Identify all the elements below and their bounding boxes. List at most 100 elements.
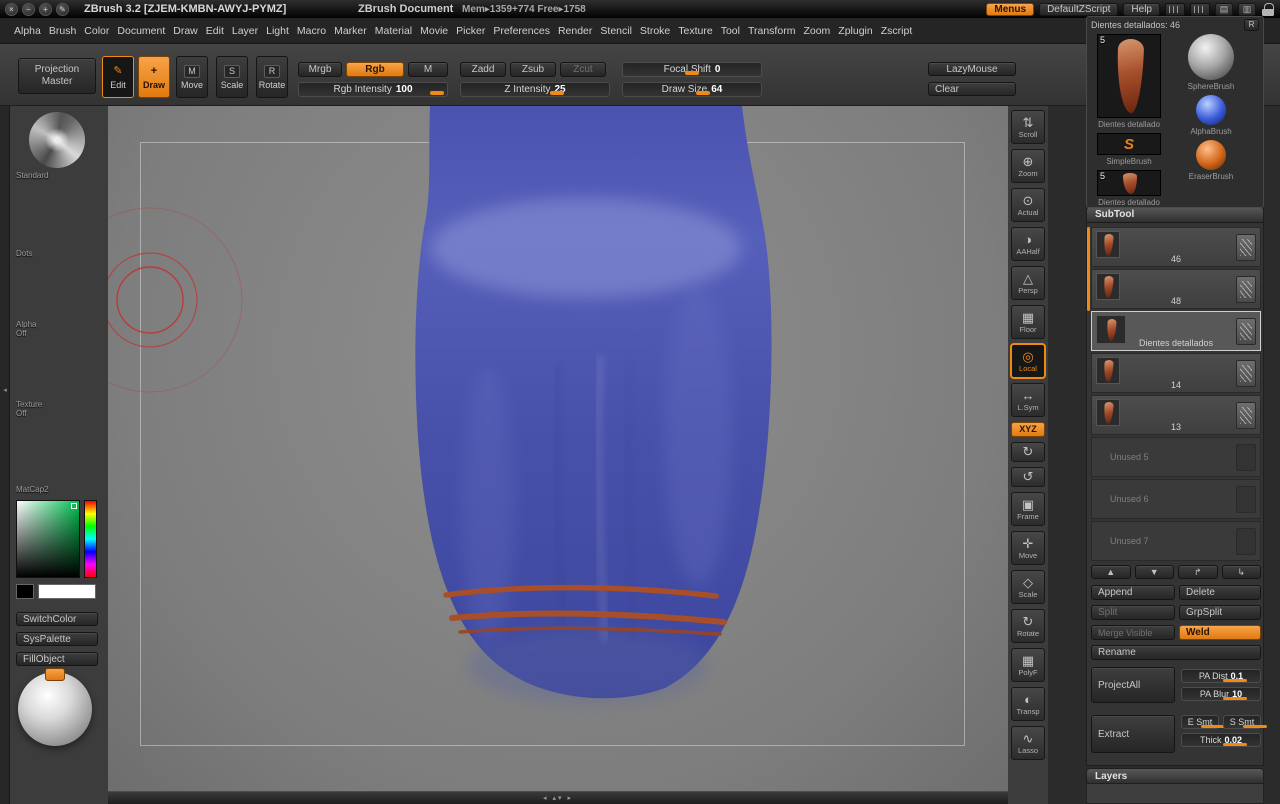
view-tool-button[interactable]: ⊙ Actual xyxy=(1011,188,1045,222)
view-tool-button[interactable]: ↔ L.Sym xyxy=(1011,383,1045,417)
menu-item[interactable]: Brush xyxy=(49,25,76,37)
window-expand-button[interactable]: + xyxy=(39,2,52,16)
scale-button[interactable]: S Scale xyxy=(216,56,248,98)
view-tool-button[interactable]: ✛ Move xyxy=(1011,531,1045,565)
switch-color-button[interactable]: SwitchColor xyxy=(16,612,98,626)
subtool-nav-button[interactable]: ↱ xyxy=(1178,565,1218,579)
subtool-row[interactable]: Unused 6 xyxy=(1091,479,1261,519)
brush-item[interactable]: EraserBrush xyxy=(1189,140,1233,185)
draw-size-slider[interactable]: Draw Size 64 xyxy=(622,82,762,97)
draw-size-knob[interactable] xyxy=(696,91,711,95)
view-tool-button[interactable]: XYZ xyxy=(1011,422,1045,437)
visibility-toggle-icon[interactable] xyxy=(1236,528,1256,555)
color-gradient-square[interactable] xyxy=(16,500,80,578)
e-smt-slider[interactable]: E Smt xyxy=(1181,715,1225,729)
brush-item[interactable]: 5 Dientes detallado xyxy=(1097,34,1161,133)
primary-color-swatch[interactable] xyxy=(38,584,96,599)
menu-item[interactable]: Stencil xyxy=(600,25,632,37)
subtool-nav-button[interactable]: ↳ xyxy=(1221,565,1261,579)
view-tool-button[interactable]: ⊕ Zoom xyxy=(1011,149,1045,183)
slider-mixer-icon[interactable] xyxy=(1165,2,1185,16)
canvas-scrollbar[interactable]: ◂ ▴▾ ▸ xyxy=(108,791,1008,804)
subtool-nav-button[interactable]: ▲ xyxy=(1091,565,1131,579)
visibility-toggle-icon[interactable] xyxy=(1236,234,1256,261)
current-material-sphere[interactable] xyxy=(18,668,92,746)
visibility-toggle-icon[interactable] xyxy=(1236,444,1256,471)
document-canvas[interactable]: ◂ ▴▾ ▸ xyxy=(108,106,1008,804)
menu-item[interactable]: Stroke xyxy=(640,25,670,37)
subtool-row[interactable]: 14 xyxy=(1091,353,1261,393)
projectall-button[interactable]: ProjectAll xyxy=(1091,667,1175,703)
subtool-row[interactable]: Dientes detallados xyxy=(1091,311,1261,351)
view-tool-button[interactable]: ◎ Local xyxy=(1011,344,1045,378)
menu-item[interactable]: Macro xyxy=(297,25,326,37)
menu-item[interactable]: Alpha xyxy=(14,25,41,37)
menu-item[interactable]: Tool xyxy=(721,25,740,37)
menu-item[interactable]: Preferences xyxy=(493,25,550,37)
subtool-row[interactable]: Unused 7 xyxy=(1091,521,1261,561)
zsub-button[interactable]: Zsub xyxy=(510,62,556,77)
view-tool-button[interactable]: ▦ PolyF xyxy=(1011,648,1045,682)
subtool-scrollbar[interactable] xyxy=(1087,227,1090,311)
append-button[interactable]: Append xyxy=(1091,585,1175,600)
menu-item[interactable]: Light xyxy=(266,25,289,37)
e-smt-knob[interactable] xyxy=(1200,725,1225,728)
view-tool-button[interactable]: ⇅ Scroll xyxy=(1011,110,1045,144)
pa-dist-knob[interactable] xyxy=(1222,679,1247,682)
brush-item[interactable]: AlphaBrush xyxy=(1190,95,1232,140)
m-button[interactable]: M xyxy=(408,62,448,77)
s-smt-knob[interactable] xyxy=(1242,725,1267,728)
extract-button[interactable]: Extract xyxy=(1091,715,1175,753)
menu-item[interactable]: Layer xyxy=(232,25,258,37)
layers-panel-title[interactable]: Layers xyxy=(1086,768,1264,784)
focal-shift-slider[interactable]: Focal Shift 0 xyxy=(622,62,762,77)
brush-thumbnail[interactable] xyxy=(1195,95,1226,125)
brush-thumbnail[interactable]: 5 xyxy=(1097,170,1161,196)
subtool-row[interactable]: Unused 5 xyxy=(1091,437,1261,477)
mrgb-button[interactable]: Mrgb xyxy=(298,62,342,77)
rgb-intensity-knob[interactable] xyxy=(430,91,444,95)
visibility-toggle-icon[interactable] xyxy=(1236,402,1256,429)
lock-icon[interactable] xyxy=(1261,2,1275,17)
menu-item[interactable]: Draw xyxy=(173,25,198,37)
window-close-button[interactable]: × xyxy=(5,2,18,16)
view-tool-button[interactable]: ↺ xyxy=(1011,467,1045,487)
menu-item[interactable]: Marker xyxy=(334,25,367,37)
view-tool-button[interactable]: ◐ Transp xyxy=(1011,687,1045,721)
pa-blur-knob[interactable] xyxy=(1222,697,1247,700)
thick-slider[interactable]: Thick 0.02 xyxy=(1181,733,1261,747)
zadd-button[interactable]: Zadd xyxy=(460,62,506,77)
draw-button[interactable]: + Draw xyxy=(138,56,170,98)
menu-item[interactable]: Material xyxy=(375,25,412,37)
sys-palette-button[interactable]: SysPalette xyxy=(16,632,98,646)
menu-item[interactable]: Render xyxy=(558,25,592,37)
focal-shift-knob[interactable] xyxy=(685,71,699,75)
view-tool-button[interactable]: △ Persp xyxy=(1011,266,1045,300)
visibility-toggle-icon[interactable] xyxy=(1236,360,1256,387)
weld-button[interactable]: Weld xyxy=(1179,625,1261,640)
visibility-toggle-icon[interactable] xyxy=(1236,318,1256,345)
view-tool-button[interactable]: ▦ Floor xyxy=(1011,305,1045,339)
menu-item[interactable]: Zoom xyxy=(803,25,830,37)
brush-item[interactable]: SphereBrush xyxy=(1187,34,1234,95)
clear-button[interactable]: Clear xyxy=(928,82,1016,96)
view-tool-button[interactable]: ◑ AAHalf xyxy=(1011,227,1045,261)
split-button[interactable]: Split xyxy=(1091,605,1175,620)
view-tool-button[interactable]: ▣ Frame xyxy=(1011,492,1045,526)
help-button[interactable]: Help xyxy=(1123,2,1160,16)
export-document-button[interactable]: ▥ xyxy=(1238,2,1256,16)
z-intensity-slider[interactable]: Z Intensity 25 xyxy=(460,82,610,97)
projection-master-button[interactable]: Projection Master xyxy=(18,58,96,94)
zcut-button[interactable]: Zcut xyxy=(560,62,606,77)
pen-tool-button[interactable]: ✎ xyxy=(56,2,69,16)
brush-thumbnail[interactable] xyxy=(1187,34,1234,80)
rotate-button[interactable]: R Rotate xyxy=(256,56,288,98)
visibility-toggle-icon[interactable] xyxy=(1236,276,1256,303)
menu-item[interactable]: Color xyxy=(84,25,109,37)
view-tool-button[interactable]: ↻ xyxy=(1011,442,1045,462)
hue-strip[interactable] xyxy=(84,500,97,578)
brush-item[interactable]: S SimpleBrush xyxy=(1097,133,1161,170)
menu-item[interactable]: Zplugin xyxy=(838,25,872,37)
move-button[interactable]: M Move xyxy=(176,56,208,98)
merge-visible-button[interactable]: Merge Visible xyxy=(1091,625,1175,640)
